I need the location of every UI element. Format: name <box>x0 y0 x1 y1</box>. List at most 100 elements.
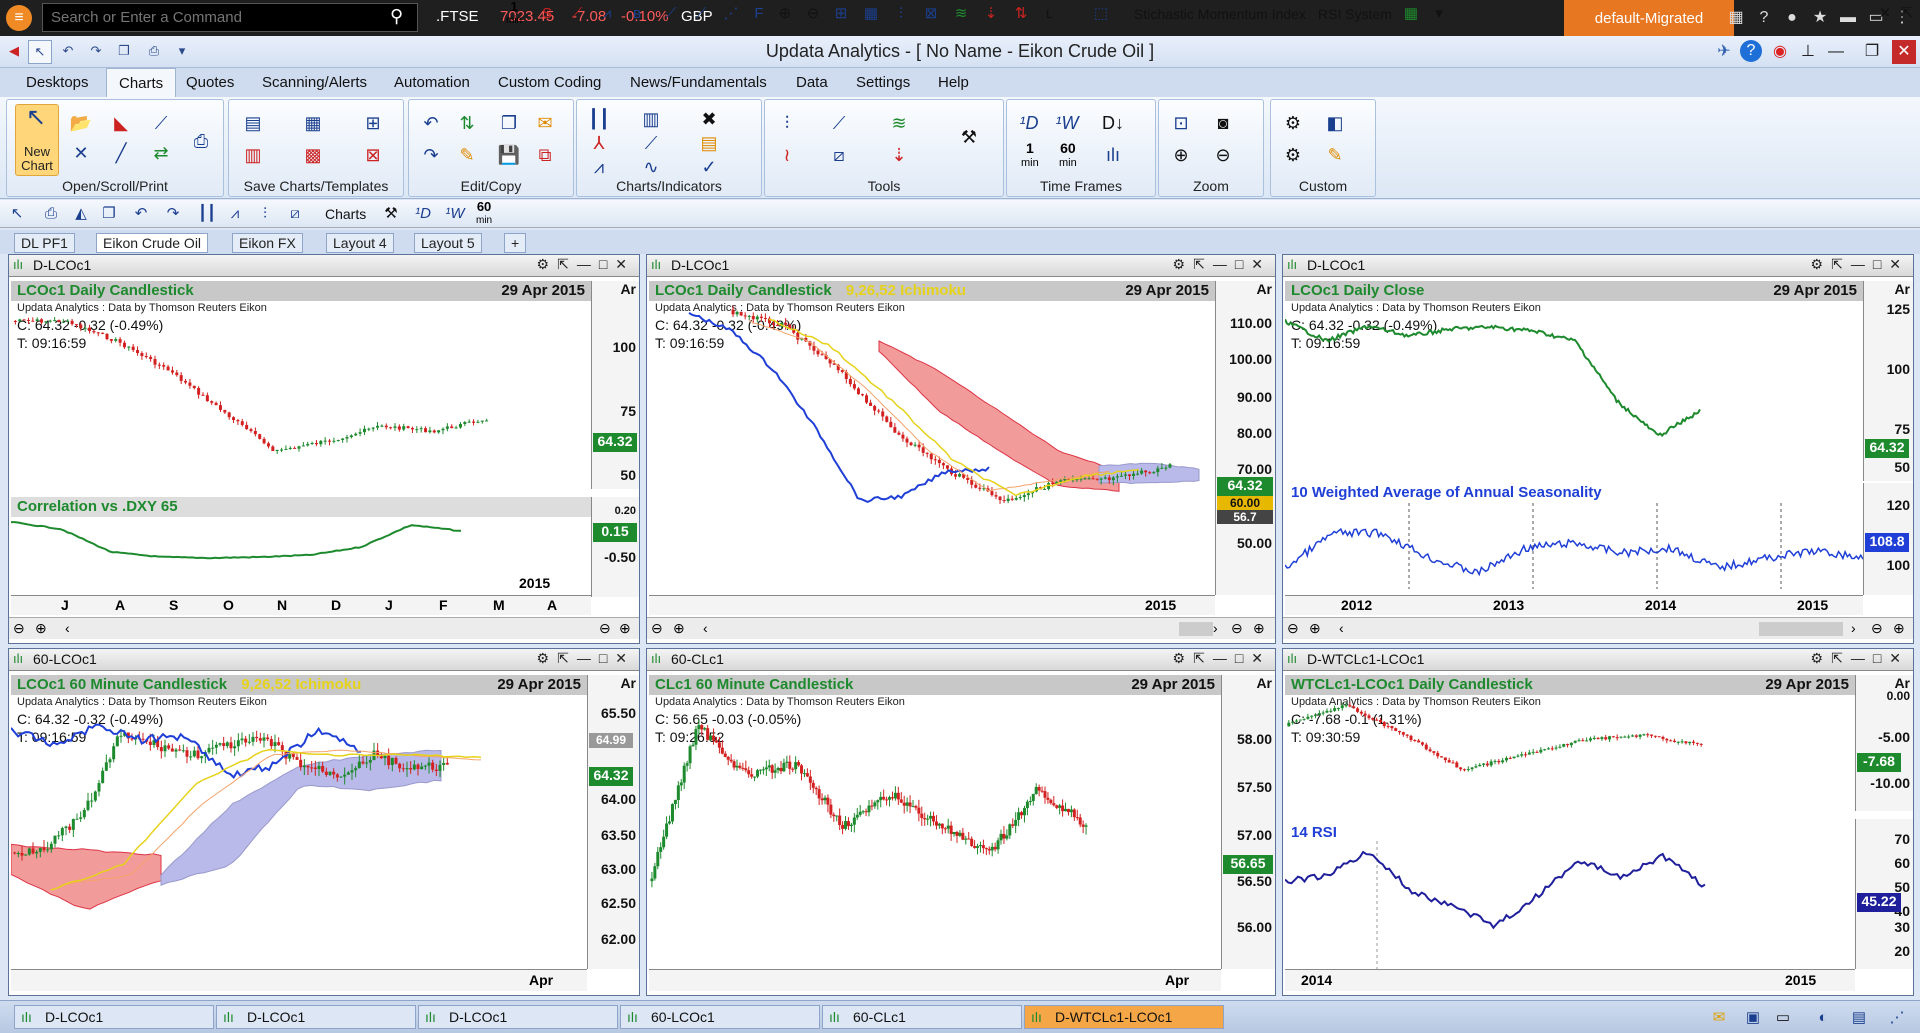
star-icon[interactable]: ★ <box>1808 6 1832 30</box>
wave2-icon[interactable]: ∿ <box>637 154 665 180</box>
panel-controls[interactable]: ⚙⇱—□✕ <box>1173 650 1271 667</box>
grid-icon[interactable]: ▦ <box>1724 6 1748 30</box>
pushpin-icon[interactable]: ⊥ <box>1796 40 1820 64</box>
zoom-out-icon[interactable]: ⊖ <box>1871 620 1883 637</box>
chart-panel[interactable]: ılı 60-CLc1 ⚙⇱—□✕ CLc1 60 Minute Candlesti… <box>646 648 1276 996</box>
rsi-indicator[interactable]: RSI System <box>1318 6 1392 22</box>
custom4-icon[interactable]: ✎ <box>1321 142 1349 168</box>
tools-icon[interactable]: ⚒ <box>380 203 402 225</box>
layout-tab[interactable]: Eikon FX <box>232 233 303 253</box>
chart-panel[interactable]: ılı D-WTCLc1-LCOc1 ⚙⇱—□✕ WTCLc1-LCOc1 Dail… <box>1282 648 1914 996</box>
charts-menu[interactable]: Charts <box>325 206 366 222</box>
zoom-in-icon[interactable]: ⊕ <box>673 620 685 637</box>
dropdown-icon[interactable]: ▾ <box>1428 3 1450 25</box>
zoom-out-icon[interactable]: ⊖ <box>651 620 663 637</box>
tools-icon[interactable]: ✖ <box>695 106 723 132</box>
custom3-icon[interactable]: ⚙ <box>1279 142 1307 168</box>
gann-icon[interactable]: ⧄ <box>825 142 853 168</box>
help-icon[interactable]: ? <box>1752 6 1776 30</box>
custom2-icon[interactable]: ◧ <box>1321 110 1349 136</box>
print-icon[interactable]: ⎙ <box>40 203 62 225</box>
auto-icon[interactable]: ⊞ <box>359 110 387 136</box>
channel-icon[interactable]: ≋ <box>885 110 913 136</box>
save-chart-icon[interactable]: ▤ <box>239 110 267 136</box>
log-icon[interactable]: ʟ <box>1038 3 1060 25</box>
profile-button[interactable]: default-Migrated <box>1564 0 1734 36</box>
fib-icon[interactable]: ⫶ <box>773 110 801 136</box>
grip-icon[interactable]: ⋰ <box>1886 1007 1908 1029</box>
rsi-plot[interactable] <box>1285 841 1855 969</box>
daily-icon[interactable]: ¹D <box>1015 110 1043 136</box>
candlestick-plot[interactable] <box>649 695 1221 967</box>
candles-icon[interactable]: ┃┃ <box>585 106 613 132</box>
layout-tab[interactable]: Layout 5 <box>414 233 482 253</box>
intraday-icon[interactable]: ılı <box>1099 142 1127 168</box>
record-icon[interactable]: ◉ <box>1768 40 1792 64</box>
panel-controls[interactable]: ⚙⇱—□✕ <box>537 256 635 273</box>
scroll-icon[interactable]: ⟋ <box>147 110 175 136</box>
add-layout-button[interactable]: + <box>504 233 527 253</box>
trend-red-icon[interactable]: ⟋ <box>566 3 588 25</box>
b-icon[interactable]: ʙ <box>626 3 648 25</box>
email-icon[interactable]: ✉ <box>531 110 559 136</box>
indicator-icon[interactable]: ⧄ <box>284 203 306 225</box>
chart-icon[interactable]: ◭ <box>70 203 92 225</box>
chart-scrollbar[interactable]: ⊖ ⊕ ‹ › ⊖ ⊕ <box>1283 617 1913 639</box>
scroll-thumb[interactable] <box>1179 622 1213 636</box>
price-plot[interactable] <box>11 301 591 487</box>
save-icon[interactable]: 💾 <box>495 142 523 168</box>
help-icon[interactable]: ? <box>1740 40 1762 62</box>
daily-icon[interactable]: ¹D <box>412 203 434 225</box>
tf-60min-button[interactable]: 60 min <box>1059 141 1077 170</box>
zoom-box-icon[interactable]: ⊡ <box>1167 110 1195 136</box>
close-icon[interactable]: ✕ <box>1874 3 1896 25</box>
panel-controls[interactable]: ⚙⇱—□✕ <box>1811 256 1909 273</box>
chart-panel[interactable]: ılı 60-LCOc1 ⚙⇱—□✕ LCOc1 60 Minute Candles… <box>8 648 640 996</box>
highlight-icon[interactable]: ✎ <box>453 142 481 168</box>
monitor-icon[interactable]: ▭ <box>1772 1007 1794 1029</box>
expand-icon[interactable]: ⇱ <box>1896 3 1918 25</box>
minimize-icon[interactable]: — <box>1824 40 1848 64</box>
line-icon[interactable]: ⩘ <box>224 203 246 225</box>
ichimoku-plot[interactable] <box>11 695 587 967</box>
copy-icon[interactable]: ❐ <box>98 203 120 225</box>
zoom-in-icon[interactable]: ⊕ <box>35 620 47 637</box>
chart-type-icon[interactable]: ◣ <box>107 110 135 136</box>
monthly-icon[interactable]: D↓ <box>1099 110 1127 136</box>
tab-desktops[interactable]: Desktops <box>22 74 93 91</box>
wrench-icon[interactable]: ⚒ <box>955 124 983 150</box>
tab-scanning[interactable]: Scanning/Alerts <box>258 74 371 91</box>
bars-icon[interactable]: ⫶ <box>254 203 276 225</box>
undo-icon[interactable]: ↶ <box>130 203 152 225</box>
panel-controls[interactable]: ⚙⇱—□✕ <box>537 650 635 667</box>
tab-news[interactable]: News/Fundamentals <box>626 74 771 91</box>
swap-icon[interactable]: ⇄ <box>147 140 175 166</box>
scroll-right-icon[interactable]: › <box>1213 620 1218 636</box>
zoom-out-icon[interactable]: ⊖ <box>1287 620 1299 637</box>
open-icon[interactable]: 📂 <box>67 110 95 136</box>
tf-1-button[interactable]: 1 min <box>506 0 522 27</box>
check-icon[interactable]: ✓ <box>695 154 723 180</box>
tab-quotes[interactable]: Quotes <box>182 74 238 91</box>
box-icon[interactable]: ⊠ <box>920 3 942 25</box>
s-icon[interactable]: S <box>536 3 558 25</box>
restore-icon[interactable]: ❐ <box>1860 40 1884 64</box>
grid-icon[interactable]: ▦ <box>860 3 882 25</box>
arrow-icon[interactable]: ⇣ <box>885 142 913 168</box>
tab-custom-coding[interactable]: Custom Coding <box>494 74 605 91</box>
paste-icon[interactable]: ⧉ <box>531 142 559 168</box>
fib-lines-icon[interactable]: ⫶ <box>890 3 912 25</box>
scroll-left-icon[interactable]: ‹ <box>65 620 70 636</box>
weekly-icon[interactable]: ¹W <box>1053 110 1081 136</box>
zoom-out-icon[interactable]: ⊖ <box>1209 142 1237 168</box>
chart-window-tab[interactable]: ılı 60-CLc1 <box>822 1005 1022 1029</box>
zoom-out-icon[interactable]: ⊖ <box>599 620 611 637</box>
chart-window-tab-active[interactable]: ılı D-WTCLc1-LCOc1 <box>1024 1005 1224 1029</box>
chart-panel[interactable]: ılı D-LCOc1 ⚙⇱—□✕ LCOc1 Daily Candlestick 2… <box>8 254 640 644</box>
chart-panel[interactable]: ılı D-LCOc1 ⚙⇱—□✕ LCOc1 Daily Close 29 Apr … <box>1282 254 1914 644</box>
tf-60-button[interactable]: 60 min <box>476 200 492 227</box>
delete-template-icon[interactable]: ▩ <box>299 142 327 168</box>
redo-icon[interactable]: ↷ <box>162 203 184 225</box>
scroll-left-icon[interactable]: ‹ <box>1339 620 1344 636</box>
fan-icon[interactable]: ⋰ <box>720 3 742 25</box>
